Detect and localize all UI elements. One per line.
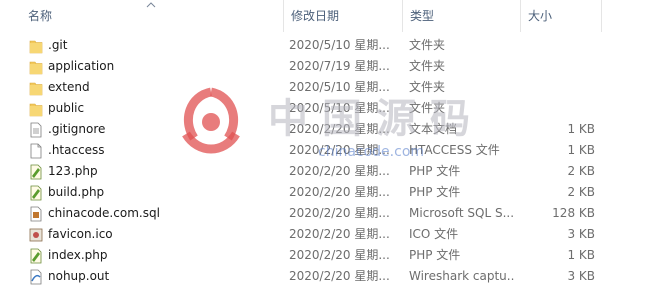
- file-size: 1 KB: [567, 248, 595, 262]
- file-size: 2 KB: [567, 164, 595, 178]
- file-name: .git: [48, 38, 68, 52]
- file-date: 2020/2/20 星期...: [289, 227, 390, 241]
- file-row[interactable]: public 2020/5/10 星期... 文件夹: [0, 98, 647, 119]
- file-row[interactable]: .gitignore 2020/2/20 星期... 文本文档 1 KB: [0, 119, 647, 140]
- file-type: 文件夹: [409, 80, 446, 94]
- file-date: 2020/2/20 星期...: [289, 185, 390, 199]
- file-date: 2020/7/19 星期...: [289, 59, 390, 73]
- file-size: 128 KB: [552, 206, 595, 220]
- file-size: 3 KB: [567, 227, 595, 241]
- file-size: [521, 56, 595, 77]
- wireshark-file-icon: [29, 269, 43, 285]
- file-size: 2 KB: [567, 185, 595, 199]
- file-name: application: [48, 59, 115, 73]
- file-name: build.php: [48, 185, 105, 199]
- file-name: favicon.ico: [48, 227, 113, 241]
- file-type: PHP 文件: [409, 185, 461, 199]
- file-type: 文件夹: [409, 38, 446, 52]
- file-date: 2020/2/20 星期...: [289, 164, 390, 178]
- file-type: Microsoft SQL S...: [409, 206, 515, 220]
- file-date: 2020/5/10 星期...: [289, 80, 390, 94]
- file-row[interactable]: .git 2020/5/10 星期... 文件夹: [0, 35, 647, 56]
- php-file-icon: [29, 248, 43, 264]
- file-name: public: [48, 101, 85, 115]
- file-type: ICO 文件: [409, 227, 459, 241]
- file-name: .gitignore: [48, 122, 106, 136]
- ico-file-icon: [29, 227, 43, 243]
- file-size: 1 KB: [567, 122, 595, 136]
- file-row[interactable]: extend 2020/5/10 星期... 文件夹: [0, 77, 647, 98]
- file-type: 文本文档: [409, 122, 458, 136]
- file-size: 1 KB: [567, 143, 595, 157]
- file-name: extend: [48, 80, 90, 94]
- file-row[interactable]: chinacode.com.sql 2020/2/20 星期... Microsof…: [0, 203, 647, 224]
- column-header-type[interactable]: 类型: [402, 0, 520, 32]
- file-type: 文件夹: [409, 101, 446, 115]
- file-type: 文件夹: [409, 59, 446, 73]
- column-header-name[interactable]: 名称: [21, 0, 283, 32]
- file-type: PHP 文件: [409, 164, 461, 178]
- column-header-empty: [601, 0, 647, 32]
- folder-icon: [29, 59, 43, 75]
- file-date: 2020/2/20 星期...: [289, 143, 390, 157]
- file-date: 2020/5/10 星期...: [289, 101, 390, 115]
- php-file-icon: [29, 164, 43, 180]
- file-name: chinacode.com.sql: [48, 206, 160, 220]
- text-file-icon: [29, 122, 43, 138]
- column-header-size[interactable]: 大小: [520, 0, 601, 32]
- file-row[interactable]: favicon.ico 2020/2/20 星期... ICO 文件 3 KB: [0, 224, 647, 245]
- file-row[interactable]: application 2020/7/19 星期... 文件夹: [0, 56, 647, 77]
- folder-icon: [29, 80, 43, 96]
- file-size: [521, 77, 595, 98]
- php-file-icon: [29, 185, 43, 201]
- file-row[interactable]: index.php 2020/2/20 星期... PHP 文件 1 KB: [0, 245, 647, 266]
- column-header-date[interactable]: 修改日期: [283, 0, 402, 32]
- folder-icon: [29, 38, 43, 54]
- file-type: HTACCESS 文件: [409, 143, 500, 157]
- file-date: 2020/2/20 星期...: [289, 122, 390, 136]
- file-date: 2020/2/20 星期...: [289, 248, 390, 262]
- blank-file-icon: [29, 143, 43, 159]
- file-row[interactable]: build.php 2020/2/20 星期... PHP 文件 2 KB: [0, 182, 647, 203]
- file-name: index.php: [48, 248, 108, 262]
- file-size: [521, 35, 595, 56]
- file-name: 123.php: [48, 164, 98, 178]
- file-type: PHP 文件: [409, 248, 461, 262]
- file-row[interactable]: .htaccess 2020/2/20 星期... HTACCESS 文件 1 KB: [0, 140, 647, 161]
- folder-icon: [29, 101, 43, 117]
- file-size: [521, 98, 595, 119]
- file-date: 2020/5/10 星期...: [289, 38, 390, 52]
- file-date: 2020/2/20 星期...: [289, 206, 390, 220]
- column-header: 名称 修改日期 类型 大小: [0, 0, 647, 32]
- file-name: .htaccess: [48, 143, 105, 157]
- sql-file-icon: [29, 206, 43, 222]
- file-row[interactable]: 123.php 2020/2/20 星期... PHP 文件 2 KB: [0, 161, 647, 182]
